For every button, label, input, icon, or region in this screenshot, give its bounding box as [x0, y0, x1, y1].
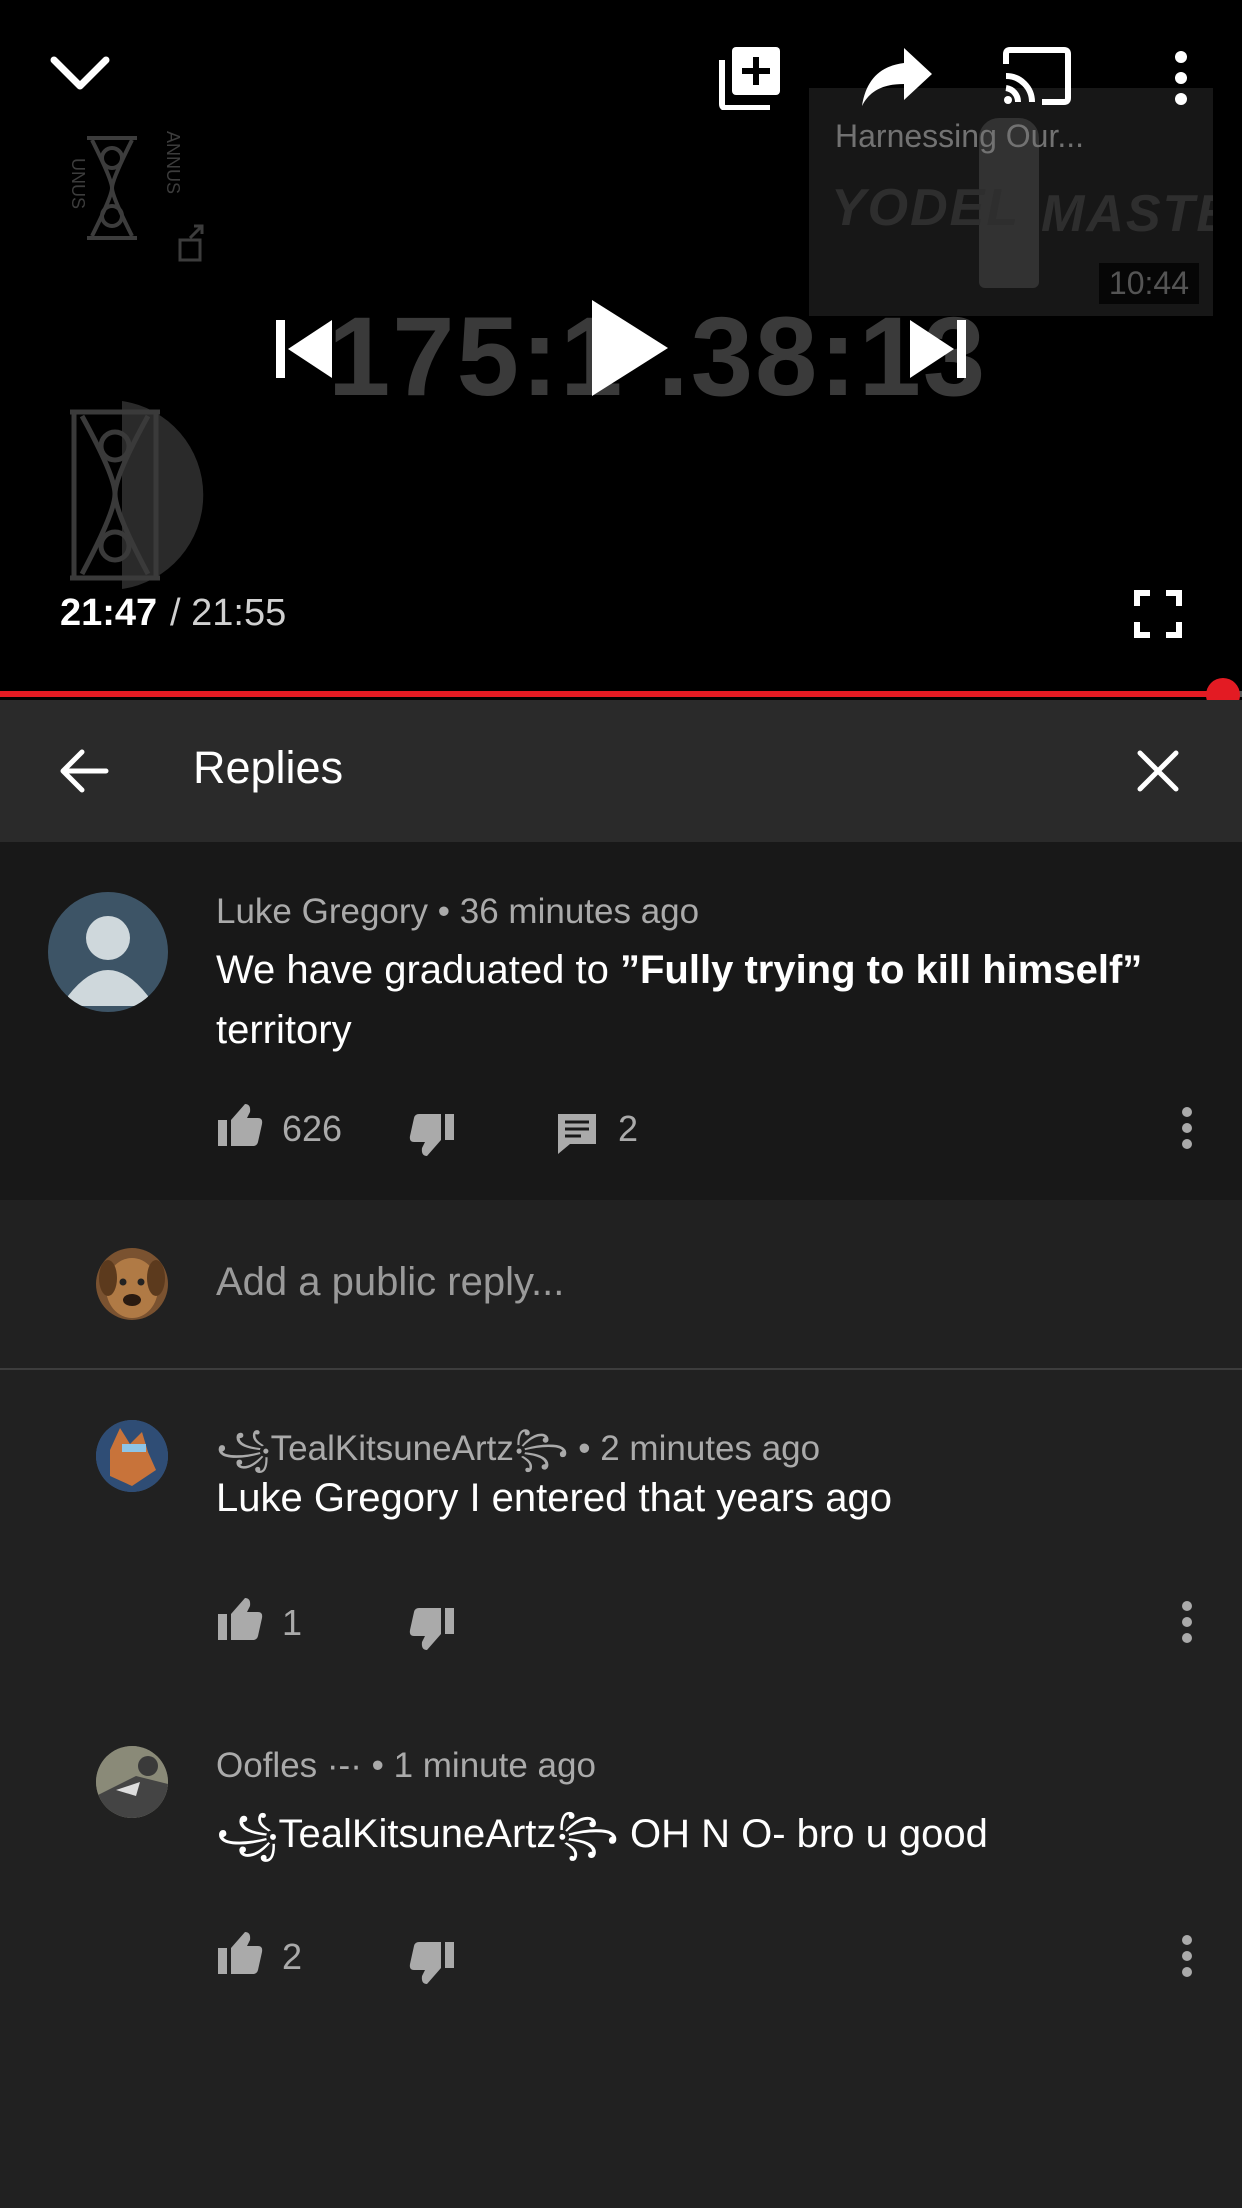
like-icon[interactable] [216, 1596, 264, 1642]
total-duration: / 21:55 [170, 592, 287, 634]
more-options-icon[interactable] [1170, 50, 1192, 106]
add-to-playlist-icon[interactable] [718, 44, 784, 110]
reply-text: Luke Gregory I entered that years ago [216, 1476, 892, 1520]
fullscreen-icon[interactable] [1134, 590, 1182, 638]
reply-meta: Oofles ·-· • 1 minute ago [216, 1746, 596, 1786]
progress-bar[interactable] [0, 691, 1242, 697]
reply-author[interactable]: Oofles ·-· [216, 1746, 362, 1785]
comment-age: • 36 minutes ago [437, 892, 700, 931]
comment-text-prefix: We have graduated to [216, 948, 620, 992]
comment-more-options-icon[interactable] [1178, 1106, 1196, 1150]
video-player[interactable]: UNUS ANNUS Harnessing Our... YODEL MASTE… [0, 0, 1242, 700]
like-icon[interactable] [216, 1102, 264, 1148]
dislike-icon[interactable] [408, 1940, 456, 1986]
like-count: 626 [282, 1108, 343, 1149]
reply-more-options-icon[interactable] [1178, 1934, 1196, 1978]
end-card-duration: 10:44 [1098, 263, 1199, 304]
share-icon[interactable] [860, 46, 934, 108]
reply-item: Oofles ·-· • 1 minute ago ꧁TealKitsuneAr… [0, 1700, 1242, 2000]
add-reply-row[interactable]: Add a public reply... [0, 1200, 1242, 1370]
parent-comment: Luke Gregory • 36 minutes ago We have gr… [0, 842, 1242, 1200]
replies-title: Replies [193, 742, 344, 793]
like-icon[interactable] [216, 1930, 264, 1976]
reply-input[interactable]: Add a public reply... [216, 1260, 564, 1305]
end-card-word-yodel: YODEL [831, 179, 1021, 237]
reply-count: 2 [618, 1108, 639, 1149]
photo-avatar-icon [96, 1746, 168, 1818]
next-video-icon[interactable] [908, 318, 968, 380]
close-icon[interactable] [1136, 749, 1180, 793]
avatar[interactable] [96, 1420, 168, 1492]
reply-age: • 2 minutes ago [578, 1429, 821, 1468]
fox-avatar-icon [96, 1420, 168, 1492]
reply-more-options-icon[interactable] [1178, 1600, 1196, 1644]
reply-comment-icon[interactable] [556, 1112, 598, 1154]
like-count: 2 [282, 1936, 303, 1977]
channel-watermark-icon[interactable]: UNUS ANNUS [62, 128, 212, 268]
dislike-icon[interactable] [408, 1112, 456, 1158]
reply-author[interactable]: ꧁TealKitsuneArtz꧂ [216, 1429, 569, 1468]
default-avatar-icon [68, 916, 148, 1006]
svg-text:UNUS: UNUS [68, 158, 88, 209]
comment-author[interactable]: Luke Gregory [216, 892, 428, 931]
cast-icon[interactable] [1002, 46, 1072, 108]
current-user-avatar [96, 1248, 168, 1320]
play-icon[interactable] [590, 298, 670, 398]
reply-item: ꧁TealKitsuneArtz꧂ • 2 minutes ago Luke G… [0, 1370, 1242, 1670]
end-screen-video-card[interactable]: Harnessing Our... YODEL MASTER 10:44 [809, 88, 1213, 316]
dislike-icon[interactable] [408, 1606, 456, 1652]
like-count: 1 [282, 1602, 303, 1643]
channel-logo-icon [70, 401, 204, 589]
svg-text:ANNUS: ANNUS [163, 131, 183, 194]
avatar[interactable] [96, 1746, 168, 1818]
comment-text: We have graduated to ”Fully trying to ki… [216, 940, 1196, 1060]
progress-bar-played [0, 691, 1235, 697]
current-time: 21:47 [60, 592, 158, 634]
avatar[interactable] [48, 892, 168, 1012]
comment-text-bold: ”Fully trying to kill himself” [619, 948, 1143, 992]
comment-meta: Luke Gregory • 36 minutes ago [216, 892, 699, 932]
replies-header: Replies [0, 700, 1242, 842]
previous-video-icon[interactable] [274, 318, 334, 380]
progress-scrubber[interactable] [1206, 678, 1240, 700]
dog-avatar-icon [99, 1258, 165, 1318]
back-arrow-icon[interactable] [58, 748, 110, 794]
minimize-chevron-down-icon[interactable] [48, 52, 112, 96]
end-card-word-master: MASTER [1041, 185, 1213, 243]
end-card-title: Harnessing Our... [835, 118, 1084, 154]
reply-text: ꧁TealKitsuneArtz꧂ OH N O- bro u good [216, 1812, 988, 1856]
reply-age: • 1 minute ago [371, 1746, 596, 1785]
comment-text-suffix: territory [216, 1008, 352, 1052]
